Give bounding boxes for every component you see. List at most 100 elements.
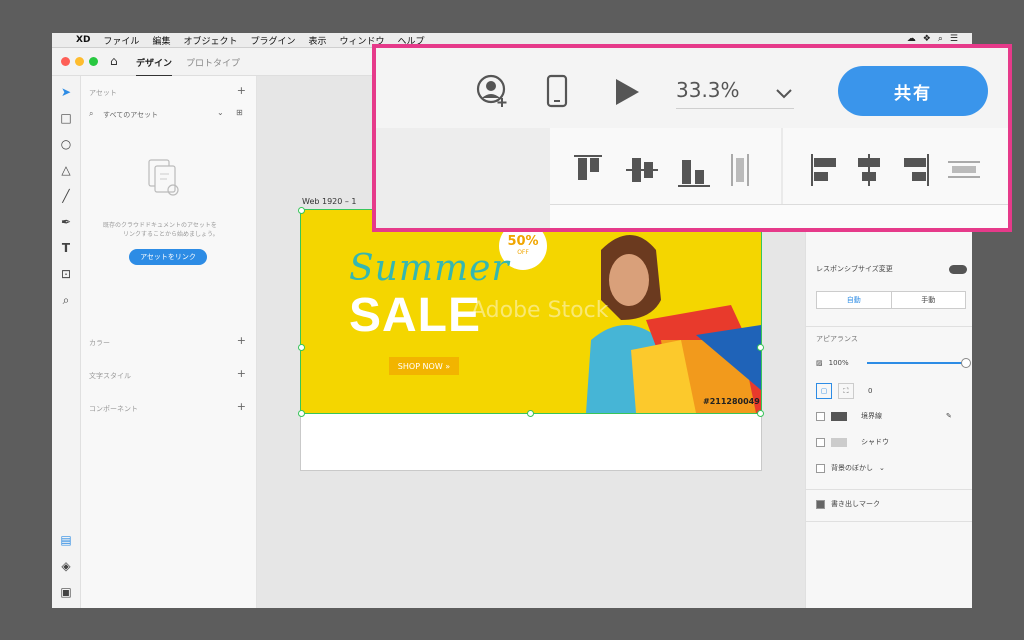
menu-edit[interactable]: 編集 xyxy=(152,34,170,47)
divider xyxy=(806,489,972,490)
add-color-icon[interactable]: + xyxy=(237,334,246,347)
align-middle-icon[interactable] xyxy=(626,158,658,182)
summer-sale-banner-image[interactable]: 50% OFF Summer SALE Adobe Stock SHOP NOW… xyxy=(300,209,762,414)
align-right-icon[interactable] xyxy=(904,154,929,186)
search-icon[interactable]: ⌕ xyxy=(89,109,93,119)
add-asset-icon[interactable]: + xyxy=(237,84,246,97)
resize-handle-mr[interactable] xyxy=(757,344,764,351)
device-preview-icon[interactable] xyxy=(546,74,568,112)
menu-plugins[interactable]: プラグイン xyxy=(250,34,295,47)
rectangle-tool-icon[interactable]: □ xyxy=(58,110,74,126)
minimize-window-button[interactable] xyxy=(75,57,84,66)
close-window-button[interactable] xyxy=(61,57,70,66)
border-checkbox[interactable] xyxy=(816,411,825,421)
border-label: 境界線 xyxy=(861,412,882,420)
toolbar: ➤ □ ○ △ ╱ ✒ T ⊡ ⌕ ▤ ◈ ▣ xyxy=(52,76,81,608)
ellipse-tool-icon[interactable]: ○ xyxy=(58,136,74,152)
zoom-level-input[interactable]: 33.3% xyxy=(676,78,740,102)
distribute-horizontal-icon[interactable] xyxy=(948,161,980,178)
resize-handle-tl[interactable] xyxy=(298,207,305,214)
link-assets-button[interactable]: アセットをリンク xyxy=(129,249,207,265)
add-component-icon[interactable]: + xyxy=(237,400,246,413)
menu-view[interactable]: 表示 xyxy=(308,34,326,47)
border-row: 境界線 ✎ xyxy=(816,411,952,421)
shadow-color-swatch[interactable] xyxy=(831,437,847,447)
assets-panel-icon[interactable]: ▤ xyxy=(58,532,74,548)
search-icon[interactable]: ⌕ xyxy=(938,34,943,44)
summer-text: Summer xyxy=(349,248,510,289)
chevron-down-icon[interactable]: ⌄ xyxy=(217,108,224,117)
artboard-label[interactable]: Web 1920 – 1 xyxy=(302,197,357,206)
export-mark-checkbox[interactable] xyxy=(816,499,825,509)
list-icon[interactable]: ☰ xyxy=(950,34,958,44)
line-tool-icon[interactable]: ╱ xyxy=(58,188,74,204)
chevron-down-icon[interactable]: ⌄ xyxy=(879,464,885,472)
align-bottom-icon[interactable] xyxy=(678,160,710,187)
manual-option[interactable]: 手動 xyxy=(892,292,966,308)
chevron-down-icon[interactable] xyxy=(776,84,792,103)
border-color-swatch[interactable] xyxy=(831,411,847,421)
bg-blur-label: 背景のぼかし xyxy=(831,464,873,472)
align-center-icon[interactable] xyxy=(858,154,880,186)
uniform-radius-icon[interactable]: ▢ xyxy=(816,383,832,399)
zoom-window-button[interactable] xyxy=(89,57,98,66)
artboard-tool-icon[interactable]: ⊡ xyxy=(58,266,74,282)
layers-panel-icon[interactable]: ◈ xyxy=(58,558,74,574)
radius-value[interactable]: 0 xyxy=(868,387,872,395)
eyedropper-icon[interactable]: ✎ xyxy=(946,412,952,420)
opacity-value[interactable]: 100% xyxy=(829,359,849,367)
play-preview-icon[interactable] xyxy=(614,78,640,110)
distribute-vertical-icon[interactable] xyxy=(731,154,749,186)
cloud-icon[interactable]: ☁ xyxy=(907,34,916,44)
responsive-label: レスポンシブサイズ変更 xyxy=(816,265,893,273)
appearance-header: アピアランス xyxy=(816,335,858,343)
dropbox-icon[interactable]: ❖ xyxy=(923,34,931,44)
zoom-tool-icon[interactable]: ⌕ xyxy=(58,292,74,308)
invite-user-icon[interactable] xyxy=(476,74,510,112)
menu-file[interactable]: ファイル xyxy=(103,34,139,47)
shop-now-button: SHOP NOW » xyxy=(389,357,459,375)
per-corner-radius-icon[interactable]: ⛶ xyxy=(838,383,854,399)
resize-handle-br[interactable] xyxy=(757,410,764,417)
resize-handle-ml[interactable] xyxy=(298,344,305,351)
align-top-icon[interactable] xyxy=(574,155,602,180)
opacity-slider-thumb[interactable] xyxy=(960,358,971,368)
resize-mode-segment: 自動 手動 xyxy=(816,291,966,309)
bg-blur-row: 背景のぼかし ⌄ xyxy=(816,463,885,473)
section-components: コンポーネント xyxy=(89,405,138,413)
opacity-slider[interactable] xyxy=(866,358,971,368)
polygon-tool-icon[interactable]: △ xyxy=(58,162,74,178)
grid-view-icon[interactable]: ⊞ xyxy=(236,108,243,117)
tab-prototype[interactable]: プロトタイプ xyxy=(186,56,240,69)
add-char-style-icon[interactable]: + xyxy=(237,367,246,380)
auto-option[interactable]: 自動 xyxy=(817,292,892,308)
share-button[interactable]: 共有 xyxy=(838,66,988,116)
tab-design[interactable]: デザイン xyxy=(136,56,173,77)
empty-text-2: リンクすることから始めましょう。 xyxy=(123,231,219,238)
home-icon[interactable]: ⌂ xyxy=(110,54,118,68)
stock-watermark: Adobe Stock xyxy=(471,298,609,323)
pen-tool-icon[interactable]: ✒ xyxy=(58,214,74,230)
plugins-panel-icon[interactable]: ▣ xyxy=(58,584,74,600)
zoomed-canvas-area xyxy=(376,128,550,228)
responsive-toggle[interactable] xyxy=(948,264,967,274)
export-mark-row: 書き出しマーク xyxy=(816,499,880,509)
zoomed-toolbar-callout: 33.3% 共有 xyxy=(372,44,1012,232)
align-left-icon[interactable] xyxy=(811,154,836,186)
select-tool-icon[interactable]: ➤ xyxy=(58,84,74,100)
resize-handle-bm[interactable] xyxy=(527,410,534,417)
zoom-underline xyxy=(676,108,794,109)
shadow-checkbox[interactable] xyxy=(816,437,825,447)
bg-blur-checkbox[interactable] xyxy=(816,463,825,473)
section-char-styles: 文字スタイル xyxy=(89,372,131,380)
menu-object[interactable]: オブジェクト xyxy=(183,34,237,47)
text-tool-icon[interactable]: T xyxy=(58,240,74,256)
asset-filter-select[interactable]: すべてのアセット xyxy=(103,110,158,120)
artboard[interactable]: 50% OFF Summer SALE Adobe Stock SHOP NOW… xyxy=(300,209,762,471)
menu-app[interactable]: XD xyxy=(76,35,90,45)
zoomed-props-strip xyxy=(550,205,1008,228)
resize-handle-bl[interactable] xyxy=(298,410,305,417)
status-tray: ☁ ❖ ⌕ ☰ xyxy=(907,34,958,44)
assets-panel: アセット + ⌕ すべてのアセット ⌄ ⊞ 既存のクラウドドキュメントのアセット… xyxy=(81,76,257,608)
responsive-resize-row: レスポンシブサイズ変更 xyxy=(816,264,967,274)
